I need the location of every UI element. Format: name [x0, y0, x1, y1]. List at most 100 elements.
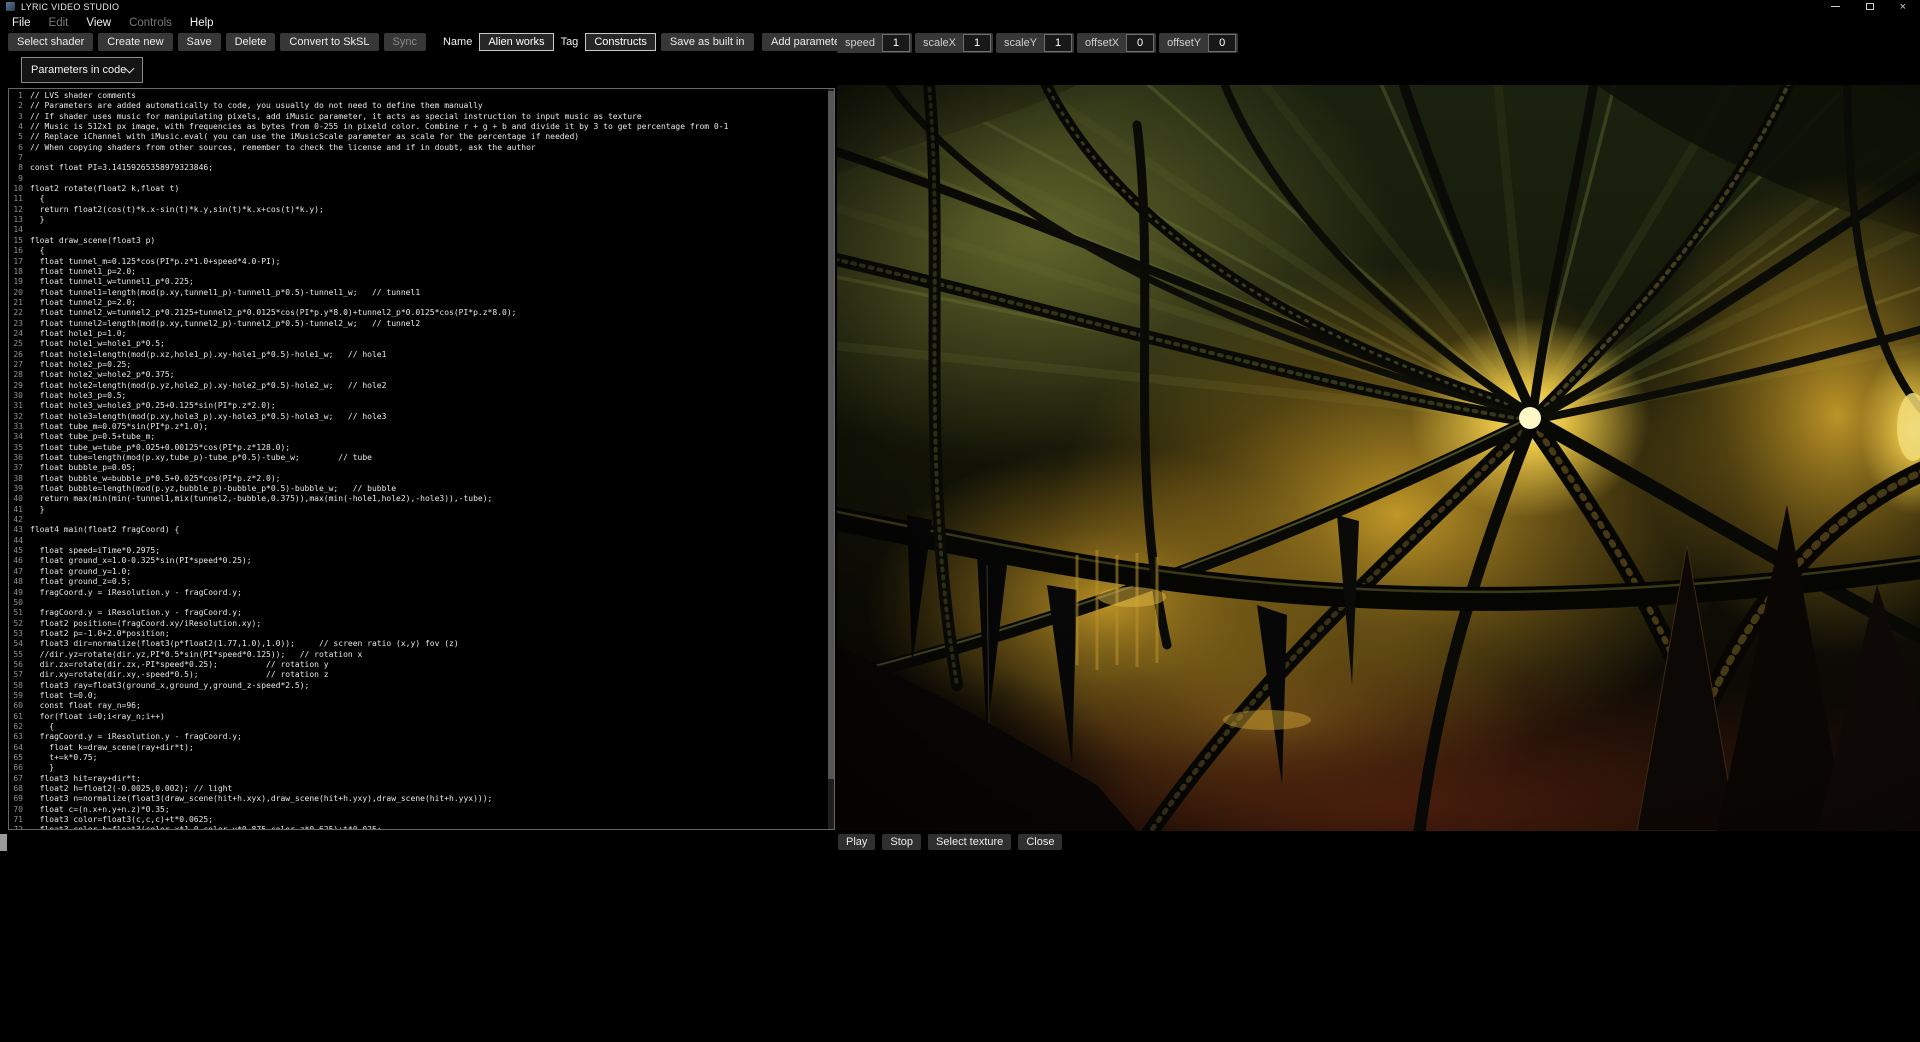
param-value-input[interactable]: 1: [882, 34, 910, 52]
menu-file[interactable]: File: [3, 15, 40, 31]
code-line: 18 float tunnel1_p=2.0;: [9, 267, 827, 277]
code-line: 69 float3 n=normalize(float3(draw_scene(…: [9, 794, 827, 804]
code-editor[interactable]: 1// LVS shader comments2// Parameters ar…: [8, 88, 835, 830]
menu-edit[interactable]: Edit: [40, 15, 78, 31]
code-line: 9: [9, 174, 827, 184]
param-label: scaleX: [915, 35, 959, 51]
code-line: 32 float hole3=length(mod(p.xy,hole3_p).…: [9, 412, 827, 422]
chevron-down-icon: [125, 63, 135, 73]
code-line: 51 fragCoord.y = iResolution.y - fragCoo…: [9, 608, 827, 618]
delete-button[interactable]: Delete: [226, 33, 276, 51]
code-line: 27 float hole2_p=0.25;: [9, 360, 827, 370]
window-title: LYRIC VIDEO STUDIO: [21, 2, 119, 12]
param-value-input[interactable]: 0: [1208, 34, 1236, 52]
shader-name-group: Name Alien works Tag Constructs Save as …: [441, 33, 754, 51]
param-label: offsetY: [1159, 35, 1204, 51]
code-line: 72 float3 color_b=float3(color.x*1.0,col…: [9, 825, 827, 830]
code-line: 20 float tunnel1=length(mod(p.xy,tunnel1…: [9, 288, 827, 298]
convert-to-sksl-button[interactable]: Convert to SkSL: [280, 33, 378, 51]
close-icon[interactable]: ×: [1900, 2, 1906, 12]
select-shader-button[interactable]: Select shader: [8, 33, 93, 51]
code-line: 64 float k=draw_scene(ray+dir*t);: [9, 743, 827, 753]
code-line: 30 float hole3_p=0.5;: [9, 391, 827, 401]
code-line: 49 fragCoord.y = iResolution.y - fragCoo…: [9, 588, 827, 598]
code-line: 58 float3 ray=float3(ground_x,ground_y,g…: [9, 681, 827, 691]
code-line: 29 float hole2=length(mod(p.yz,hole2_p).…: [9, 381, 827, 391]
code-line: 13 }: [9, 215, 827, 225]
code-line: 6// When copying shaders from other sour…: [9, 143, 827, 153]
editor-scrollbar-thumb[interactable]: [828, 91, 834, 779]
preview-art: [837, 85, 1920, 831]
close-button[interactable]: Close: [1018, 834, 1062, 850]
code-line: 35 float tube_w=tube_p*0.025+0.00125*cos…: [9, 443, 827, 453]
code-line: 40 return max(min(min(-tunnel1,mix(tunne…: [9, 494, 827, 504]
title-bar[interactable]: LYRIC VIDEO STUDIO ×: [0, 0, 1920, 13]
menu-controls[interactable]: Controls: [120, 15, 181, 31]
param-offsetX: offsetX0: [1077, 33, 1156, 53]
code-lines: 1// LVS shader comments2// Parameters ar…: [9, 91, 827, 830]
code-line: 44: [9, 536, 827, 546]
code-line: 71 float3 color=float3(c,c,c)+t*0.0625;: [9, 815, 827, 825]
param-value-input[interactable]: 0: [1126, 34, 1154, 52]
sync-button[interactable]: Sync: [384, 33, 426, 51]
select-texture-button[interactable]: Select texture: [928, 834, 1011, 850]
code-line: 66 }: [9, 763, 827, 773]
code-line: 2// Parameters are added automatically t…: [9, 101, 827, 111]
code-line: 56 dir.zx=rotate(dir.zx,-PI*speed*0.25);…: [9, 660, 827, 670]
code-line: 23 float tunnel2=length(mod(p.xy,tunnel2…: [9, 319, 827, 329]
playback-bar: Play Stop Select texture Close: [838, 834, 1062, 850]
save-as-built-in-button[interactable]: Save as built in: [661, 33, 754, 51]
code-line: 42: [9, 515, 827, 525]
app-icon: [6, 2, 15, 11]
param-value-input[interactable]: 1: [963, 34, 991, 52]
code-line: 4// Music is 512x1 px image, with freque…: [9, 122, 827, 132]
code-line: 17 float tunnel_m=0.125*cos(PI*p.z*1.0+s…: [9, 257, 827, 267]
code-line: 57 dir.xy=rotate(dir.xy,-speed*0.5); // …: [9, 670, 827, 680]
parameters-in-code-dropdown[interactable]: Parameters in code: [21, 57, 143, 83]
code-line: 37 float bubble_p=0.05;: [9, 463, 827, 473]
code-line: 1// LVS shader comments: [9, 91, 827, 101]
menubar: FileEditViewControlsHelp: [0, 13, 226, 32]
param-label: scaleY: [996, 35, 1040, 51]
code-line: 70 float c=(n.x+n.y+n.z)*0.35;: [9, 805, 827, 815]
param-label: offsetX: [1077, 35, 1122, 51]
code-line: 53 float2 p=-1.0+2.0*position;: [9, 629, 827, 639]
param-value-input[interactable]: 1: [1044, 34, 1072, 52]
param-speed: speed1: [837, 33, 912, 53]
editor-scrollbar[interactable]: [828, 89, 834, 829]
param-label: speed: [837, 35, 878, 51]
code-line: 47 float ground_y=1.0;: [9, 567, 827, 577]
shader-tag-input[interactable]: Constructs: [585, 33, 656, 51]
menu-help[interactable]: Help: [181, 15, 223, 31]
code-line: 31 float hole3_w=hole3_p*0.25+0.125*sin(…: [9, 401, 827, 411]
code-line: 11 {: [9, 194, 827, 204]
save-button[interactable]: Save: [178, 33, 221, 51]
code-line: 60 const float ray_n=96;: [9, 701, 827, 711]
toolbar-left: Select shader Create new Save Delete Con…: [8, 33, 754, 51]
code-line: 46 float ground_x=1.0-0.325*sin(PI*speed…: [9, 556, 827, 566]
create-new-button[interactable]: Create new: [98, 33, 172, 51]
code-line: 7: [9, 153, 827, 163]
shader-name-input[interactable]: Alien works: [479, 33, 553, 51]
code-line: 26 float hole1=length(mod(p.xz,hole1_p).…: [9, 350, 827, 360]
code-line: 63 fragCoord.y = iResolution.y - fragCoo…: [9, 732, 827, 742]
param-offsetY: offsetY0: [1159, 33, 1238, 53]
code-line: 28 float hole2_w=hole2_p*0.375;: [9, 370, 827, 380]
code-line: 50: [9, 598, 827, 608]
code-line: 48 float ground_z=0.5;: [9, 577, 827, 587]
play-button[interactable]: Play: [838, 834, 875, 850]
code-line: 65 t+=k*0.75;: [9, 753, 827, 763]
minimize-icon[interactable]: [1831, 6, 1840, 7]
code-line: 43float4 main(float2 fragCoord) {: [9, 525, 827, 535]
shader-preview: [837, 85, 1920, 831]
code-line: 41 }: [9, 505, 827, 515]
maximize-icon[interactable]: [1866, 3, 1874, 10]
menu-view[interactable]: View: [77, 15, 120, 31]
dropdown-label: Parameters in code: [31, 64, 126, 76]
stop-button[interactable]: Stop: [882, 834, 921, 850]
code-line: 33 float tube_m=0.075*sin(PI*p.z*1.0);: [9, 422, 827, 432]
code-line: 61 for(float i=0;i<ray_n;i++): [9, 712, 827, 722]
code-line: 14: [9, 225, 827, 235]
code-line: 45 float speed=iTime*0.2975;: [9, 546, 827, 556]
code-line: 67 float3 hit=ray+dir*t;: [9, 774, 827, 784]
